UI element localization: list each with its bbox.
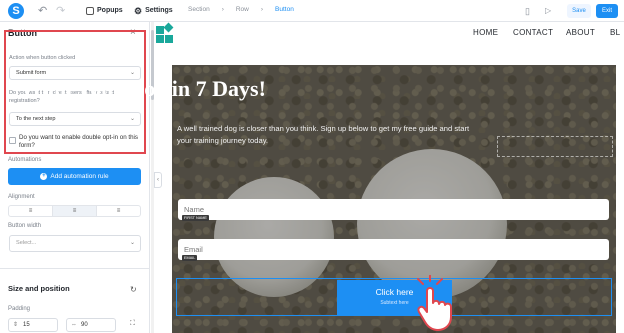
top-toolbar: S ↶ ↷ Popups ⚙ Settings Section › Row › …	[0, 0, 624, 22]
email-field-tag: EMAIL	[182, 255, 198, 261]
settings-label: Settings	[145, 7, 173, 14]
chevron-down-icon: ⌄	[129, 240, 135, 246]
breadcrumb-row[interactable]: Row	[236, 6, 249, 13]
align-center-icon[interactable]: ≡	[53, 206, 97, 216]
button-width-label: Button width	[8, 223, 42, 229]
name-input[interactable]: Name	[178, 199, 609, 220]
vertical-padding-icon: ⇕	[13, 322, 19, 328]
nav-home[interactable]: HOME	[473, 28, 498, 37]
automations-label: Automations	[8, 157, 42, 163]
padding-horizontal-value: 90	[81, 322, 88, 328]
empty-placeholder[interactable]	[497, 136, 613, 157]
popups-label: Popups	[97, 7, 123, 14]
settings-button[interactable]: ⚙ Settings	[134, 4, 173, 18]
play-preview-icon[interactable]: ▷	[545, 4, 551, 18]
pointer-hand-icon	[417, 275, 452, 331]
padding-label: Padding	[8, 306, 31, 312]
redo-icon[interactable]: ↷	[56, 4, 65, 18]
mobile-preview-icon[interactable]: ▯	[525, 4, 530, 18]
align-right-icon[interactable]: ≡	[97, 206, 140, 216]
name-field-tag: FIRST NAME	[182, 215, 209, 221]
nav-contact[interactable]: CONTACT	[513, 28, 553, 37]
padding-horizontal-input[interactable]: ⇔ 90	[66, 318, 116, 332]
add-automation-label: Add automation rule	[50, 173, 109, 180]
gear-icon: ⚙	[134, 6, 143, 16]
nav-blog[interactable]: BL	[610, 28, 620, 37]
padding-vertical-input[interactable]: ⇕ 15	[8, 318, 58, 332]
save-button[interactable]: Save	[567, 4, 591, 18]
popups-button[interactable]: Popups	[86, 4, 123, 18]
undo-icon[interactable]: ↶	[38, 4, 47, 18]
button-width-select[interactable]: Select... ⌄	[9, 235, 141, 252]
breadcrumb: Section › Row › Button	[188, 6, 294, 13]
site-logo[interactable]	[156, 22, 176, 44]
exit-button[interactable]: Exit	[596, 4, 618, 18]
size-position-title: Size and position	[8, 284, 70, 293]
breadcrumb-separator: ›	[221, 6, 224, 13]
collapse-sidebar-tab[interactable]: ‹	[154, 172, 162, 188]
hero-headline[interactable]: Train Your Dog in 7 Days!	[20, 76, 266, 102]
plus-icon: +	[40, 172, 48, 180]
popups-icon	[86, 7, 94, 15]
breadcrumb-section[interactable]: Section	[188, 6, 210, 13]
hero-subtext[interactable]: A well trained dog is closer than you th…	[177, 123, 477, 147]
add-automation-button[interactable]: + Add automation rule	[8, 168, 141, 185]
nav-about[interactable]: ABOUT	[566, 28, 595, 37]
padding-vertical-value: 15	[23, 322, 30, 328]
email-input[interactable]: Email	[178, 239, 609, 260]
app-logo[interactable]: S	[8, 3, 24, 19]
alignment-control: ≡ ≡ ≡	[8, 205, 141, 217]
align-left-icon[interactable]: ≡	[9, 206, 53, 216]
reset-icon[interactable]: ↻	[130, 285, 137, 294]
alignment-label: Alignment	[8, 194, 35, 200]
breadcrumb-separator: ›	[260, 6, 264, 13]
horizontal-padding-icon: ⇔	[71, 322, 77, 328]
breadcrumb-button[interactable]: Button	[275, 6, 294, 13]
section-divider	[0, 268, 149, 269]
expand-icon[interactable]: ⛶	[130, 320, 135, 328]
button-width-placeholder: Select...	[16, 240, 37, 246]
